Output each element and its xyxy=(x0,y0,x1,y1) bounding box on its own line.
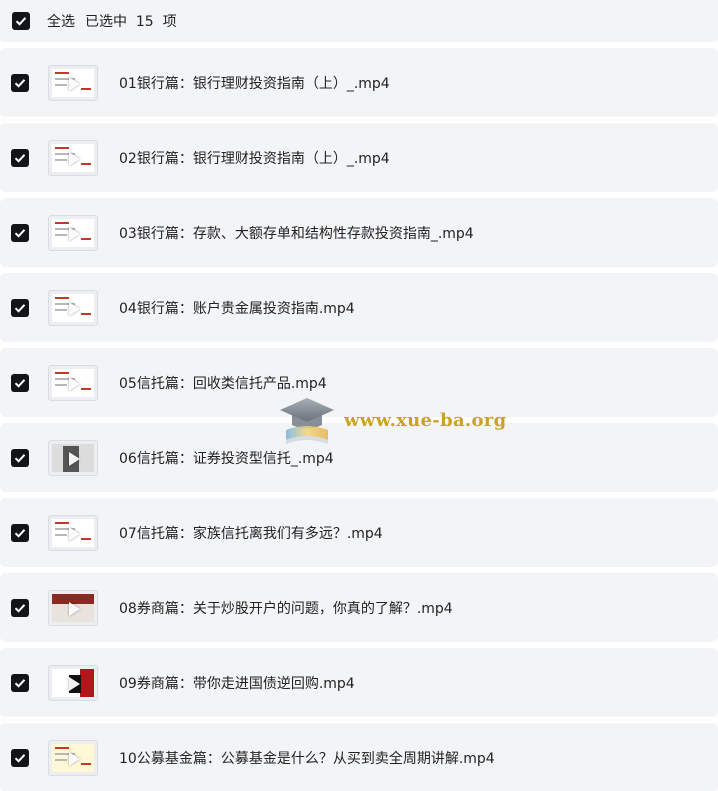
file-checkbox[interactable] xyxy=(11,448,29,467)
checkmark-icon xyxy=(14,453,26,463)
checkmark-icon xyxy=(14,753,26,763)
checkmark-icon xyxy=(14,303,26,313)
play-icon xyxy=(69,226,80,241)
file-checkbox[interactable] xyxy=(11,373,29,392)
play-icon xyxy=(69,676,80,691)
file-checkbox[interactable] xyxy=(11,298,29,317)
file-checkbox[interactable] xyxy=(11,673,29,692)
file-list: 01银行篇：银行理财投资指南（上）_.mp4 02银行篇：银行理财投资指南（上）_… xyxy=(0,48,718,791)
video-thumbnail[interactable] xyxy=(48,739,98,776)
video-thumbnail[interactable] xyxy=(48,289,98,326)
file-checkbox[interactable] xyxy=(11,73,29,92)
video-thumbnail[interactable] xyxy=(48,514,98,551)
video-thumbnail[interactable] xyxy=(48,589,98,626)
file-row[interactable]: 06信托篇：证券投资型信托_.mp4 xyxy=(0,423,718,492)
file-name[interactable]: 02银行篇：银行理财投资指南（上）_.mp4 xyxy=(119,148,390,168)
file-name[interactable]: 04银行篇：账户贵金属投资指南.mp4 xyxy=(119,298,355,318)
file-name[interactable]: 08券商篇：关于炒股开户的问题，你真的了解？.mp4 xyxy=(119,598,453,618)
play-icon xyxy=(69,751,80,766)
file-checkbox[interactable] xyxy=(11,598,29,617)
checkmark-icon xyxy=(14,153,26,163)
file-name[interactable]: 07信托篇：家族信托离我们有多远？.mp4 xyxy=(119,523,383,543)
video-thumbnail[interactable] xyxy=(48,664,98,701)
checkmark-icon xyxy=(14,603,26,613)
video-thumbnail[interactable] xyxy=(48,214,98,251)
video-thumbnail[interactable] xyxy=(48,364,98,401)
play-icon xyxy=(69,451,80,466)
file-name[interactable]: 09券商篇：带你走进国债逆回购.mp4 xyxy=(119,673,355,693)
file-row[interactable]: 02银行篇：银行理财投资指南（上）_.mp4 xyxy=(0,123,718,192)
checkmark-icon xyxy=(14,78,26,88)
video-thumbnail[interactable] xyxy=(48,64,98,101)
file-name[interactable]: 10公募基金篇：公募基金是什么？从买到卖全周期讲解.mp4 xyxy=(119,748,495,768)
file-checkbox[interactable] xyxy=(11,523,29,542)
file-row[interactable]: 04银行篇：账户贵金属投资指南.mp4 xyxy=(0,273,718,342)
play-icon xyxy=(69,301,80,316)
checkmark-icon xyxy=(14,528,26,538)
file-checkbox[interactable] xyxy=(11,223,29,242)
checkmark-icon xyxy=(14,228,26,238)
file-name[interactable]: 05信托篇：回收类信托产品.mp4 xyxy=(119,373,327,393)
video-thumbnail[interactable] xyxy=(48,439,98,476)
file-row[interactable]: 07信托篇：家族信托离我们有多远？.mp4 xyxy=(0,498,718,567)
video-thumbnail[interactable] xyxy=(48,139,98,176)
select-all-checkbox[interactable] xyxy=(12,12,30,30)
checkmark-icon xyxy=(14,678,26,688)
file-checkbox[interactable] xyxy=(11,748,29,767)
file-row[interactable]: 08券商篇：关于炒股开户的问题，你真的了解？.mp4 xyxy=(0,573,718,642)
play-icon xyxy=(69,76,80,91)
file-row[interactable]: 05信托篇：回收类信托产品.mp4 xyxy=(0,348,718,417)
selection-header: 全选 已选中 15 项 xyxy=(0,0,718,42)
play-icon xyxy=(69,151,80,166)
file-name[interactable]: 01银行篇：银行理财投资指南（上）_.mp4 xyxy=(119,73,390,93)
play-icon xyxy=(69,376,80,391)
file-row[interactable]: 01银行篇：银行理财投资指南（上）_.mp4 xyxy=(0,48,718,117)
checkmark-icon xyxy=(15,17,27,26)
select-all-label[interactable]: 全选 xyxy=(47,11,75,31)
file-row[interactable]: 03银行篇：存款、大额存单和结构性存款投资指南_.mp4 xyxy=(0,198,718,267)
file-checkbox[interactable] xyxy=(11,148,29,167)
file-row[interactable]: 09券商篇：带你走进国债逆回购.mp4 xyxy=(0,648,718,717)
file-name[interactable]: 06信托篇：证券投资型信托_.mp4 xyxy=(119,448,334,468)
file-name[interactable]: 03银行篇：存款、大额存单和结构性存款投资指南_.mp4 xyxy=(119,223,474,243)
play-icon xyxy=(69,601,80,616)
checkmark-icon xyxy=(14,378,26,388)
play-icon xyxy=(69,526,80,541)
selected-count-text: 已选中 15 项 xyxy=(85,14,177,30)
file-row[interactable]: 10公募基金篇：公募基金是什么？从买到卖全周期讲解.mp4 xyxy=(0,723,718,791)
